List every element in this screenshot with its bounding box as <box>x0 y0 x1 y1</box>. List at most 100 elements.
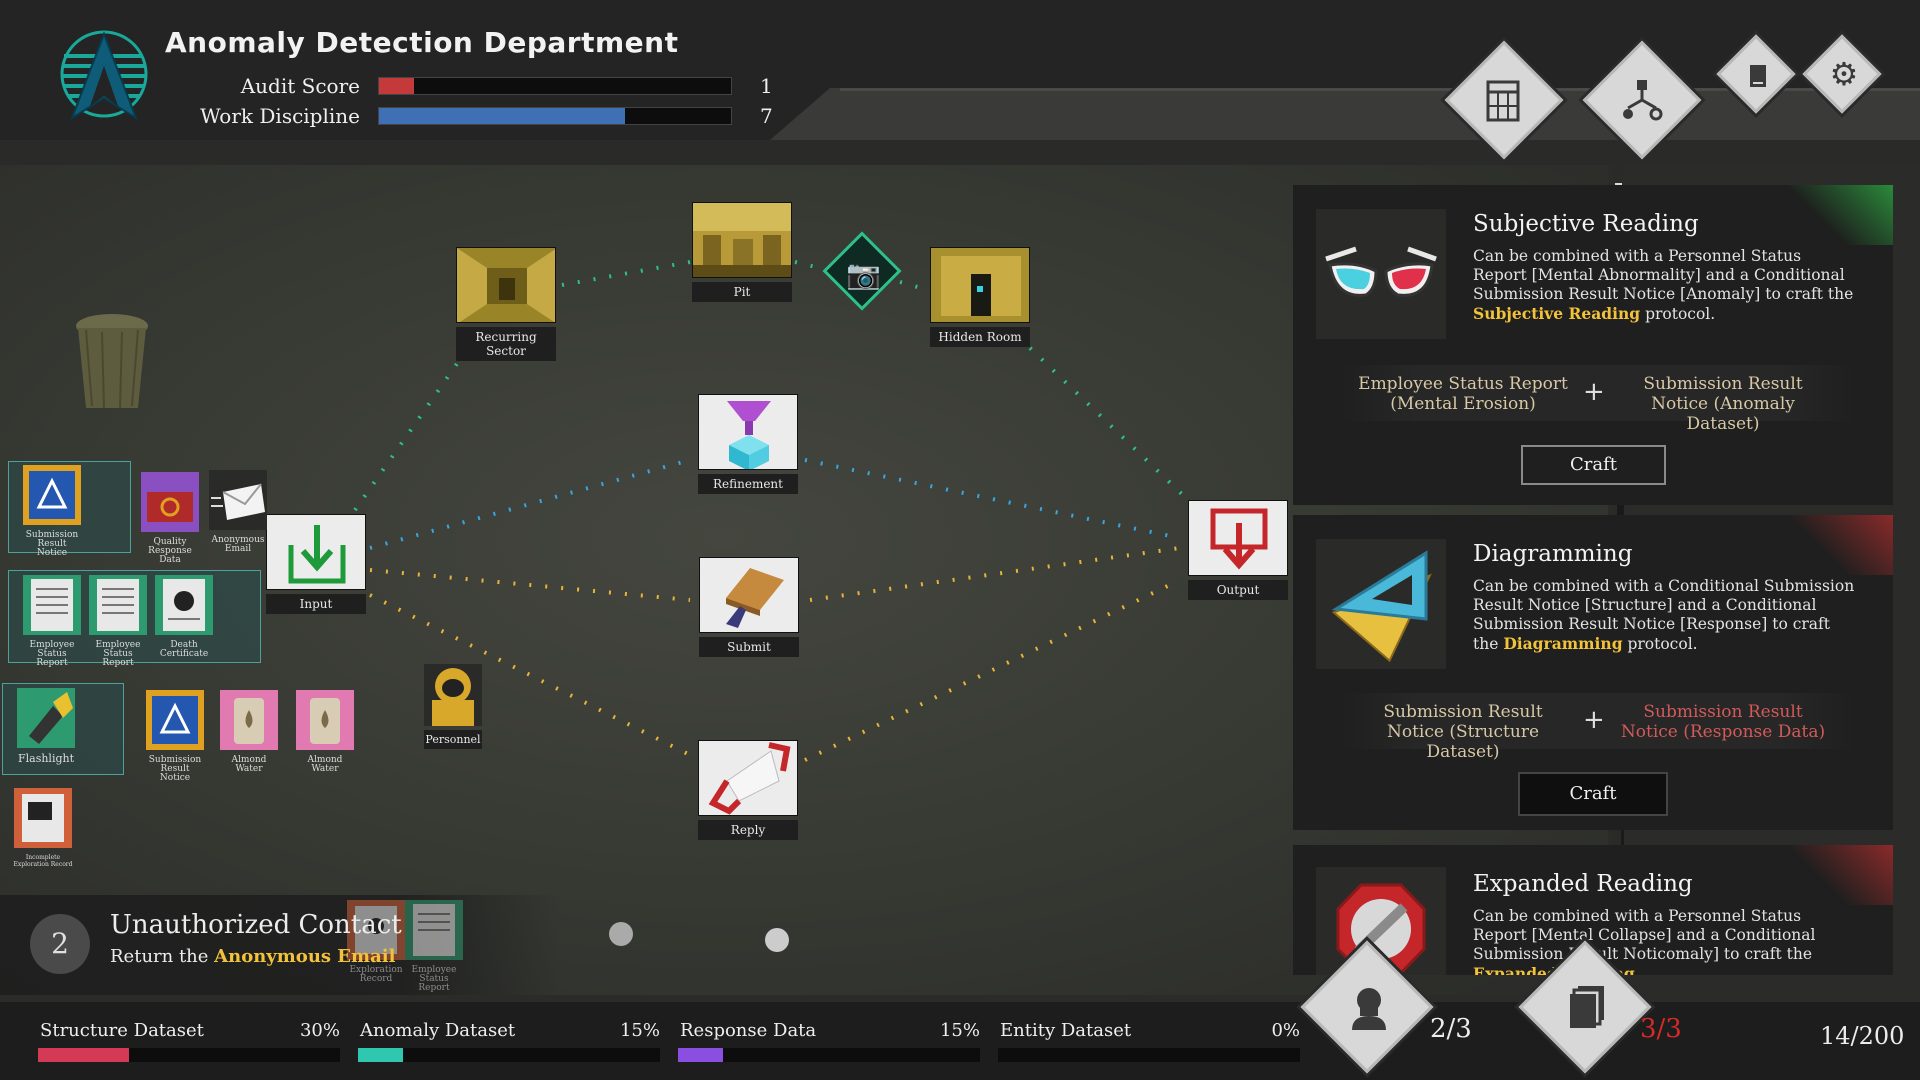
card-label: Almond Water <box>231 755 267 774</box>
flashlight-icon <box>17 688 75 748</box>
card-flashlight[interactable]: Flashlight <box>16 688 76 765</box>
documents-button[interactable] <box>1444 40 1564 160</box>
recipe-desc-protocol: Diagramming <box>1503 634 1623 653</box>
recipe-accent <box>1773 515 1893 575</box>
quest-description: Return the Anonymous Email <box>110 946 395 967</box>
dataset-progress <box>678 1048 980 1062</box>
almond-water-icon <box>296 690 354 750</box>
book-icon <box>1750 65 1766 87</box>
exploration-record-icon <box>14 788 72 848</box>
personnel-counter: 2/3 <box>1430 1014 1472 1044</box>
recipe-card-subjective-reading: Subjective Reading Can be combined with … <box>1293 185 1893 505</box>
node-input[interactable]: Input <box>266 514 367 614</box>
dataset-progress-fill <box>678 1048 724 1062</box>
ingredient-slot-1[interactable]: Submission Result Notice (Structure Data… <box>1353 702 1573 762</box>
card-quality-response-data[interactable]: Quality Response Data <box>140 472 200 565</box>
card-label: Exploration Record <box>349 965 403 984</box>
node-reply[interactable]: Reply <box>698 740 799 840</box>
page-dot[interactable] <box>609 922 633 946</box>
hazmat-personnel-icon <box>424 664 482 726</box>
recipe-accent <box>1773 845 1893 905</box>
reply-label: Reply <box>698 820 798 840</box>
hidden-room-image <box>930 247 1031 324</box>
ingredient-slot-1[interactable]: Employee Status Report (Mental Erosion) <box>1353 374 1573 414</box>
card-submission-result-notice[interactable]: Submission Result Notice <box>22 465 82 558</box>
pit-image <box>692 202 793 279</box>
card-label: Quality Response Data <box>148 537 192 565</box>
report-icon <box>89 575 147 635</box>
node-pit[interactable]: Pit <box>692 202 793 302</box>
card-employee-status-report[interactable]: Employee Status Report <box>404 900 464 993</box>
card-almond-water[interactable]: Almond Water <box>295 690 355 774</box>
card-incomplete-exploration-record[interactable]: Incomplete Exploration Record <box>13 788 73 868</box>
recipe-image-frame <box>1316 209 1446 339</box>
card-stack-icon <box>1570 986 1604 1028</box>
card-label: Submission Result Notice <box>25 530 79 558</box>
plus-icon: + <box>1583 705 1605 735</box>
craft-button[interactable]: Craft <box>1518 772 1668 816</box>
card-label: Incomplete Exploration Record <box>13 854 73 868</box>
dataset-percent: 30% <box>299 1020 340 1041</box>
book-button[interactable] <box>1716 34 1796 114</box>
ingredient-slot-2[interactable]: Submission Result Notice (Anomaly Datase… <box>1613 374 1833 434</box>
almond-water-icon <box>220 690 278 750</box>
submission-notice-icon <box>146 690 204 750</box>
recipe-desc-end: protocol. <box>1622 635 1698 653</box>
card-label: Flashlight <box>17 752 75 765</box>
trash-can-icon[interactable] <box>70 310 155 415</box>
recipe-title: Subjective Reading <box>1473 211 1699 237</box>
pit-label: Pit <box>692 282 792 302</box>
node-personnel[interactable]: Personnel <box>424 664 482 749</box>
flowchart-button[interactable] <box>1582 40 1702 160</box>
card-almond-water[interactable]: Almond Water <box>219 690 279 774</box>
gear-icon: ⚙ <box>1829 55 1859 93</box>
dataset-progress <box>38 1048 340 1062</box>
node-submit[interactable]: Submit <box>699 557 800 657</box>
camera-icon: 📷 <box>846 258 881 291</box>
recipe-accent <box>1773 185 1893 245</box>
card-label: Employee Status Report <box>411 965 457 993</box>
dataset-label: Entity Dataset <box>1000 1020 1132 1041</box>
death-certificate-icon <box>155 575 213 635</box>
craft-button[interactable]: Craft <box>1521 445 1666 485</box>
recipe-description: Can be combined with a Personnel Status … <box>1473 907 1858 975</box>
hazmat-mask-icon <box>1352 988 1386 1030</box>
recipe-desc-text: Can be combined with a Personnel Status … <box>1473 247 1854 303</box>
card-label: Death Certificate <box>159 640 209 659</box>
total-counter: 14/200 <box>1820 1022 1905 1050</box>
stamp-icon <box>699 557 800 634</box>
page-dot[interactable] <box>765 928 789 952</box>
card-death-certificate[interactable]: Death Certificate <box>154 575 214 659</box>
settings-button[interactable]: ⚙ <box>1802 34 1882 114</box>
dataset-label: Anomaly Dataset <box>360 1020 516 1041</box>
recipe-desc-protocol: Subjective Reading <box>1473 304 1641 323</box>
node-output[interactable]: Output <box>1188 500 1289 600</box>
recipe-description: Can be combined with a Personnel Status … <box>1473 247 1858 324</box>
card-employee-status-report[interactable]: Employee Status Report <box>88 575 148 668</box>
card-label: Employee Status Report <box>29 640 75 668</box>
recipe-title: Expanded Reading <box>1473 871 1693 897</box>
node-hidden-room[interactable]: Hidden Room <box>930 247 1031 347</box>
card-anonymous-email[interactable]: Anonymous Email <box>208 470 268 554</box>
card-submission-result-notice[interactable]: Submission Result Notice <box>145 690 205 783</box>
report-icon <box>405 900 463 960</box>
ingredient-slot-2[interactable]: Submission Result Notice (Response Data) <box>1613 702 1833 742</box>
input-label: Input <box>266 594 366 614</box>
hidden-room-label: Hidden Room <box>930 327 1030 347</box>
cards-counter: 3/3 <box>1640 1014 1682 1044</box>
response-data-icon <box>141 472 199 532</box>
quest-number: 2 <box>30 914 90 974</box>
node-refinement[interactable]: Refinement <box>698 394 799 494</box>
document-grid-icon <box>1486 80 1520 122</box>
personnel-label: Personnel <box>424 730 482 749</box>
cards-button[interactable] <box>1518 940 1652 1074</box>
recurring-sector-label: Recurring Sector <box>456 327 556 361</box>
card-label: Submission Result Notice <box>148 755 202 783</box>
node-recurring-sector[interactable]: Recurring Sector <box>456 247 557 361</box>
personnel-button[interactable] <box>1300 940 1434 1074</box>
card-employee-status-report[interactable]: Employee Status Report <box>22 575 82 668</box>
recipe-desc-text-2: omaly] to craft the <box>1665 945 1813 963</box>
dataset-percent: 15% <box>619 1020 660 1041</box>
quest-title: Unauthorized Contact <box>110 910 402 940</box>
dataset-label: Structure Dataset <box>40 1020 204 1041</box>
